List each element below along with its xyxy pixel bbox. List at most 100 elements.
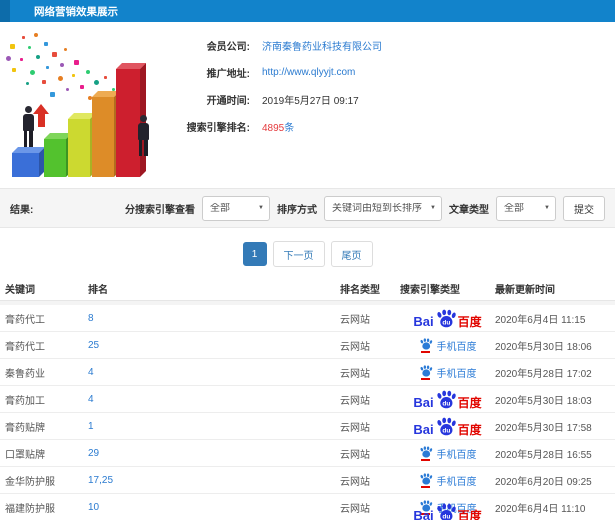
chart-bar-yellow — [68, 119, 90, 177]
col-engine-type: 搜索引擎类型 — [400, 285, 460, 296]
keyword-cell: 膏药代工 — [5, 341, 45, 353]
article-type-select-wrap: 全部 — [496, 195, 556, 221]
keyword-cell: 福建防护服 — [5, 503, 55, 515]
svg-text:du: du — [442, 427, 450, 434]
member-info: 会员公司: 济南秦鲁药业科技有限公司 推广地址: http://www.qlyy… — [158, 32, 382, 140]
page: 网络营销效果展示 会员公司: 济南秦鲁药业科技有限公司 推广地址: http:/… — [0, 0, 615, 520]
chart-bar-green — [44, 139, 66, 177]
businessman-right — [136, 115, 150, 156]
mobile-baidu-label: 手机百度 — [436, 449, 477, 461]
mobile-paw-icon — [420, 445, 432, 458]
mobile-baidu-label: 手机百度 — [436, 341, 477, 353]
rank-link[interactable]: 29 — [88, 448, 99, 459]
sort-label: 排序方式 — [277, 204, 317, 216]
open-time-value: 2019年5月27日 09:17 — [262, 96, 359, 107]
table-row: 膏药代工 8 云网站 Bai du 百度 2020年6月4日 11:15 — [0, 305, 615, 332]
next-page-button[interactable]: 下一页 — [272, 241, 325, 267]
rank-link[interactable]: 1 — [88, 421, 94, 432]
keyword-cell: 秦鲁药业 — [5, 368, 45, 380]
member-company-row: 会员公司: 济南秦鲁药业科技有限公司 — [158, 32, 382, 59]
updated-cell: 2020年5月28日 16:55 — [495, 449, 592, 461]
table-row: 膏药代工 25 云网站 手机百度 2020年5月30日 18:06 — [0, 332, 615, 359]
mobile-paw-icon — [420, 472, 432, 485]
rank-cell: 8 — [88, 313, 340, 324]
mobile-baidu-logo: 手机百度 — [419, 337, 477, 353]
engine-cell: Bai du 百度 — [400, 309, 495, 328]
rank-type-cell: 云网站 — [340, 422, 370, 434]
promo-url-link[interactable]: http://www.qlyyjt.com — [262, 67, 355, 78]
mobile-baidu-logo: 手机百度 — [419, 472, 477, 488]
top-section: 会员公司: 济南秦鲁药业科技有限公司 推广地址: http://www.qlyy… — [0, 22, 615, 188]
mobile-baidu-redline — [421, 458, 430, 461]
updated-cell: 2020年5月30日 17:58 — [495, 422, 592, 434]
rank-link[interactable]: 4 — [88, 367, 94, 378]
red-arrow-icon — [33, 104, 49, 127]
page-number-current[interactable]: 1 — [242, 242, 267, 266]
updated-cell: 2020年5月30日 18:03 — [495, 395, 592, 407]
titlebar-accent — [0, 0, 10, 22]
bar-chart-illustration — [0, 30, 175, 182]
engine-cell: Bai du 百度 — [400, 390, 495, 409]
last-page-button[interactable]: 尾页 — [330, 241, 373, 267]
rank-link[interactable]: 8 — [88, 313, 94, 324]
page-title: 网络营销效果展示 — [34, 5, 118, 18]
engine-rank-unit: 条 — [284, 123, 295, 134]
sort-select-wrap: 关键词由短到长排序 — [324, 195, 442, 221]
rank-cell: 1 — [88, 421, 340, 432]
rank-link[interactable]: 25 — [88, 340, 99, 351]
rank-type-cell: 云网站 — [340, 503, 370, 515]
mobile-paw-icon — [420, 337, 432, 350]
svg-text:du: du — [442, 319, 450, 326]
engine-rank-value: 4895条 — [262, 119, 294, 134]
table-row: 膏药加工 4 云网站 Bai du 百度 2020年5月30日 18:03 — [0, 386, 615, 413]
svg-text:du: du — [442, 513, 450, 520]
pagination: 1 下一页 尾页 — [0, 241, 615, 267]
engine-rank-row: 搜索引擎排名: 4895条 — [158, 113, 382, 140]
mobile-baidu-label: 手机百度 — [436, 368, 477, 380]
article-type-select[interactable]: 全部 — [496, 195, 556, 221]
rank-table: 关键词 排名 排名类型 搜索引擎类型 最新更新时间 膏药代工 8 云网站 Bai — [0, 277, 615, 520]
updated-cell: 2020年5月28日 17:02 — [495, 368, 592, 380]
rank-cell: 29 — [88, 448, 340, 459]
member-company-link[interactable]: 济南秦鲁药业科技有限公司 — [262, 38, 382, 53]
table-row: 口罩贴牌 29 云网站 手机百度 2020年5月28日 16:55 — [0, 440, 615, 467]
rank-link[interactable]: 10 — [88, 502, 99, 513]
mobile-baidu-redline — [421, 350, 430, 353]
rank-link[interactable]: 17,25 — [88, 475, 113, 486]
baidu-paw-icon: du — [436, 503, 456, 520]
keyword-cell: 口罩贴牌 — [5, 449, 45, 461]
baidu-paw-icon: du — [436, 417, 456, 435]
mobile-baidu-logo: 手机百度 — [419, 445, 477, 461]
baidu-paw-icon: du — [436, 390, 456, 408]
rank-cell: 4 — [88, 367, 340, 378]
col-rank: 排名 — [88, 285, 108, 296]
engine-cell: Bai du 百度 — [400, 503, 495, 520]
article-type-label: 文章类型 — [449, 204, 489, 216]
promo-url-label: 推广地址: — [206, 69, 250, 80]
titlebar: 网络营销效果展示 — [0, 0, 615, 22]
baidu-logo: Bai du 百度 — [413, 417, 482, 436]
member-company-label: 会员公司: — [206, 42, 250, 53]
baidu-paw-icon: du — [436, 309, 456, 327]
engine-view-select[interactable]: 全部 — [202, 195, 270, 221]
rank-link[interactable]: 4 — [88, 394, 94, 405]
rank-type-cell: 云网站 — [340, 341, 370, 353]
baidu-logo: Bai du 百度 — [413, 390, 482, 409]
mobile-baidu-redline — [421, 377, 430, 380]
filter-bar: 结果: 分搜索引擎查看 全部 排序方式 关键词由短到长排序 文章类型 全部 提交 — [0, 188, 615, 228]
sort-select[interactable]: 关键词由短到长排序 — [324, 195, 442, 221]
table-row: 膏药贴牌 1 云网站 Bai du 百度 2020年5月30日 17:58 — [0, 413, 615, 440]
engine-view-select-wrap: 全部 — [202, 195, 270, 221]
table-row: 金华防护服 17,25 云网站 手机百度 2020年6月20日 09:25 — [0, 467, 615, 494]
keyword-cell: 膏药贴牌 — [5, 422, 45, 434]
engine-rank-label: 搜索引擎排名: — [186, 123, 250, 134]
chart-bar-blue — [12, 153, 39, 177]
table-header: 关键词 排名 排名类型 搜索引擎类型 最新更新时间 — [0, 277, 615, 301]
engine-cell: 手机百度 — [400, 445, 495, 461]
chart-bar-orange — [92, 97, 114, 177]
submit-button[interactable]: 提交 — [563, 195, 605, 221]
filter-controls: 分搜索引擎查看 全部 排序方式 关键词由短到长排序 文章类型 全部 提交 — [125, 195, 605, 221]
updated-cell: 2020年6月20日 09:25 — [495, 476, 592, 488]
rank-cell: 4 — [88, 394, 340, 405]
rank-cell: 10 — [88, 502, 340, 513]
